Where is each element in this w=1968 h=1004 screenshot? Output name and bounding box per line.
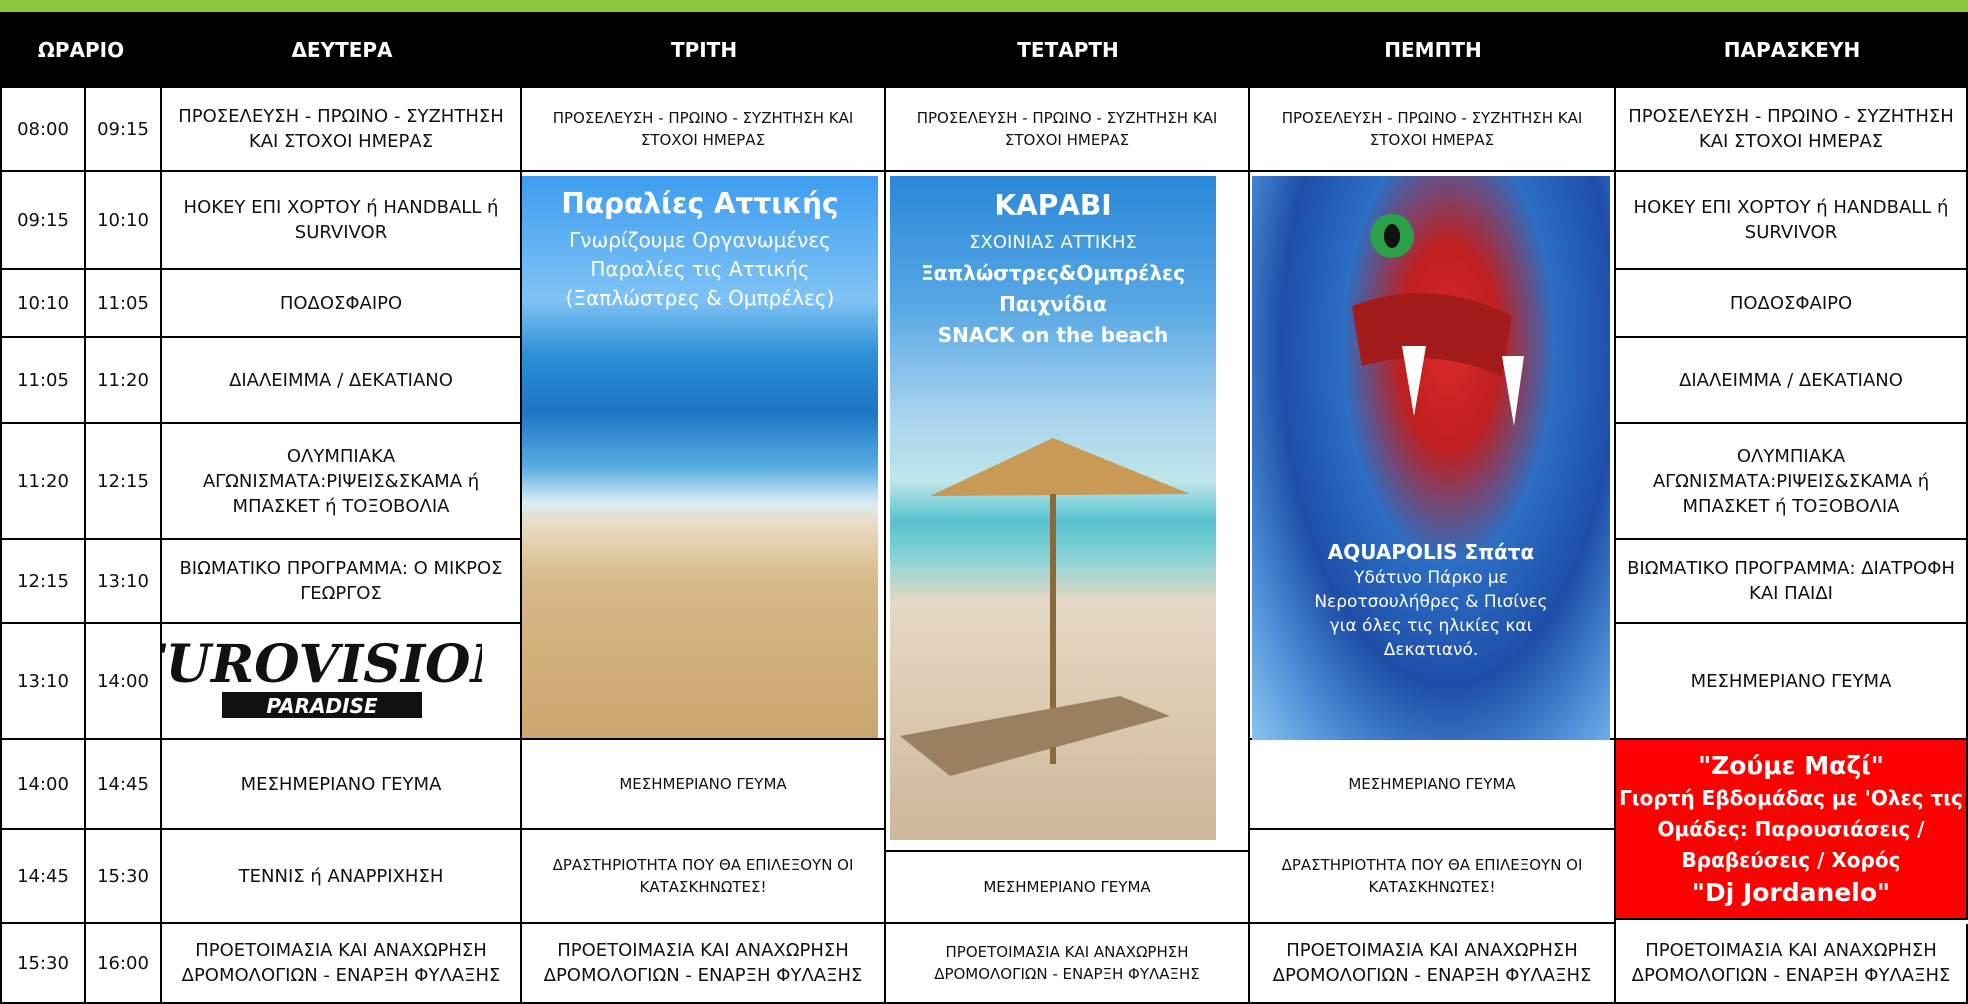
tuesday-excursion-title: Παραλίες Αττικής xyxy=(561,187,839,220)
wednesday-excursion-line3: Παιχνίδια xyxy=(999,292,1107,316)
thursday-aquapolis-image: AQUAPOLIS Σπάτα Υδάτινο Πάρκο με Νεροτσο… xyxy=(1252,176,1610,746)
header-friday: ΠΑΡΑΣΚΕΥΗ xyxy=(1723,38,1861,62)
header-monday: ΔΕΥΤΕΡΑ xyxy=(291,38,393,62)
time-end: 10:10 xyxy=(86,172,162,270)
tuesday-beach-image: Παραλίες Αττικής Γνωρίζουμε Οργανωμένες … xyxy=(522,176,878,738)
monday-slot: ΗΟΚΕΥ ΕΠΙ ΧΟΡΤΟΥ ή HANDBALL ή SURVIVOR xyxy=(162,172,522,270)
time-end: 14:00 xyxy=(86,624,162,740)
thursday-lunch: ΜΕΣΗΜΕΡΙΑΝΟ ΓΕΥΜΑ xyxy=(1250,740,1616,830)
wednesday-arrival: ΠΡΟΣΕΛΕΥΣΗ - ΠΡΩΙΝΟ - ΣΥΖΗΤΗΣΗ ΚΑΙ ΣΤΟΧΟ… xyxy=(886,88,1250,172)
eurovision-paradise-logo: EUROVISION PARADISE xyxy=(162,624,482,726)
tuesday-lunch: ΜΕΣΗΜΕΡΙΑΝΟ ΓΕΥΜΑ xyxy=(522,740,886,830)
time-start: 15:30 xyxy=(2,924,86,1004)
time-end: 12:15 xyxy=(86,424,162,540)
thursday-excursion-line4: Δεκατιανό. xyxy=(1383,640,1479,660)
thursday-excursion-line2: Νεροτσουλήθρες & Πισίνες xyxy=(1314,592,1548,612)
time-end: 16:00 xyxy=(86,924,162,1004)
time-end: 11:20 xyxy=(86,338,162,424)
monday-slot: ΠΡΟΣΕΛΕΥΣΗ - ΠΡΩΙΝΟ - ΣΥΖΗΤΗΣΗ ΚΑΙ ΣΤΟΧΟ… xyxy=(162,88,522,172)
wednesday-beach-image: ΚΑΡΑΒΙ ΣΧΟΙΝΙΑΣ ΑΤΤΙΚΗΣ Ξαπλώστρες&Ομπρέ… xyxy=(890,176,1216,840)
wednesday-excursion-line4: SNACK on the beach xyxy=(937,323,1169,347)
tuesday-departure: ΠΡΟΕΤΟΙΜΑΣΙΑ ΚΑΙ ΑΝΑΧΩΡΗΣΗ ΔΡΟΜΟΛΟΓΙΩΝ -… xyxy=(522,924,886,1004)
friday-event-line3: Βραβεύσεις / Χορός xyxy=(1681,847,1901,872)
tuesday-arrival: ΠΡΟΣΕΛΕΥΣΗ - ΠΡΩΙΝΟ - ΣΥΖΗΤΗΣΗ ΚΑΙ ΣΤΟΧΟ… xyxy=(522,88,886,172)
thursday-activity: ΔΡΑΣΤΗΡΙΟΤΗΤΑ ΠΟΥ ΘΑ ΕΠΙΛΕΞΟΥΝ ΟΙ ΚΑΤΑΣΚ… xyxy=(1250,830,1616,924)
wednesday-departure: ΠΡΟΕΤΟΙΜΑΣΙΑ ΚΑΙ ΑΝΑΧΩΡΗΣΗ ΔΡΟΜΟΛΟΓΙΩΝ -… xyxy=(886,924,1250,1004)
time-start: 11:05 xyxy=(2,338,86,424)
header-thursday: ΠΕΜΠΤΗ xyxy=(1384,38,1482,62)
time-start: 08:00 xyxy=(2,88,86,172)
monday-slot: ΒΙΩΜΑΤΙΚΟ ΠΡΟΓΡΑΜΜΑ: Ο ΜΙΚΡΟΣ ΓΕΩΡΓΟΣ xyxy=(162,540,522,624)
friday-slot: ΗΟΚΕΥ ΕΠΙ ΧΟΡΤΟΥ ή HANDBALL ή SURVIVOR xyxy=(1616,172,1968,270)
friday-event-line2: Ομάδες: Παρουσιάσεις / xyxy=(1657,816,1925,841)
friday-celebration-event: "Ζούμε Μαζί" Γιορτή Εβδομάδας με 'Ολες τ… xyxy=(1616,740,1968,920)
monday-slot: ΟΛΥΜΠΙΑΚΑ ΑΓΩΝΙΣΜΑΤΑ:ΡΙΨΕΙΣ&ΣΚΑΜΑ ή ΜΠΑΣ… xyxy=(162,424,522,540)
wednesday-excursion-line1: ΣΧΟΙΝΙΑΣ ΑΤΤΙΚΗΣ xyxy=(969,232,1137,253)
friday-event-line1: Γιορτή Εβδομάδας με 'Ολες τις xyxy=(1619,785,1963,810)
eurovision-logo-text: EUROVISION xyxy=(162,634,482,695)
time-start: 11:20 xyxy=(2,424,86,540)
tuesday-excursion-line3: (Ξαπλώστρες & Ομπρέλες) xyxy=(565,286,835,310)
friday-slot: ΜΕΣΗΜΕΡΙΑΝΟ ΓΕΥΜΑ xyxy=(1616,624,1968,740)
time-start: 09:15 xyxy=(2,172,86,270)
time-end: 15:30 xyxy=(86,830,162,924)
thursday-arrival: ΠΡΟΣΕΛΕΥΣΗ - ΠΡΩΙΝΟ - ΣΥΖΗΤΗΣΗ ΚΑΙ ΣΤΟΧΟ… xyxy=(1250,88,1616,172)
time-end: 13:10 xyxy=(86,540,162,624)
time-start: 14:00 xyxy=(2,740,86,830)
tuesday-excursion-line1: Γνωρίζουμε Οργανωμένες xyxy=(569,228,831,252)
time-start: 12:15 xyxy=(2,540,86,624)
thursday-excursion-line1: Υδάτινο Πάρκο με xyxy=(1354,568,1508,588)
friday-slot: ΠΟΔΟΣΦΑΙΡΟ xyxy=(1616,270,1968,338)
header-wednesday: ΤΕΤΑΡΤΗ xyxy=(1017,38,1119,62)
friday-slot: ΔΙΑΛΕΙΜΜΑ / ΔΕΚΑΤΙΑΝΟ xyxy=(1616,338,1968,424)
monday-slot: ΤΕΝΝΙΣ ή ΑΝΑΡΡΙΧΗΣΗ xyxy=(162,830,522,924)
thursday-departure: ΠΡΟΕΤΟΙΜΑΣΙΑ ΚΑΙ ΑΝΑΧΩΡΗΣΗ ΔΡΟΜΟΛΟΓΙΩΝ -… xyxy=(1250,924,1616,1004)
friday-event-line4: "Dj Jordanelo" xyxy=(1691,877,1891,907)
time-start: 14:45 xyxy=(2,830,86,924)
friday-slot: ΠΡΟΣΕΛΕΥΣΗ - ΠΡΩΙΝΟ - ΣΥΖΗΤΗΣΗ ΚΑΙ ΣΤΟΧΟ… xyxy=(1616,88,1968,172)
header-time: ΩΡΑΡΙΟ xyxy=(37,38,125,62)
monday-slot: ΔΙΑΛΕΙΜΜΑ / ΔΕΚΑΤΙΑΝΟ xyxy=(162,338,522,424)
tuesday-activity: ΔΡΑΣΤΗΡΙΟΤΗΤΑ ΠΟΥ ΘΑ ΕΠΙΛΕΞΟΥΝ ΟΙ ΚΑΤΑΣΚ… xyxy=(522,830,886,924)
time-end: 09:15 xyxy=(86,88,162,172)
wednesday-excursion-line2: Ξαπλώστρες&Ομπρέλες xyxy=(921,261,1185,285)
friday-slot: ΠΡΟΕΤΟΙΜΑΣΙΑ ΚΑΙ ΑΝΑΧΩΡΗΣΗ ΔΡΟΜΟΛΟΓΙΩΝ -… xyxy=(1616,924,1968,1004)
thursday-excursion-title: AQUAPOLIS Σπάτα xyxy=(1327,540,1535,564)
time-start: 10:10 xyxy=(2,270,86,338)
monday-slot: ΠΟΔΟΣΦΑΙΡΟ xyxy=(162,270,522,338)
time-end: 11:05 xyxy=(86,270,162,338)
monday-slot: ΠΡΟΕΤΟΙΜΑΣΙΑ ΚΑΙ ΑΝΑΧΩΡΗΣΗ ΔΡΟΜΟΛΟΓΙΩΝ -… xyxy=(162,924,522,1004)
wednesday-excursion-title: ΚΑΡΑΒΙ xyxy=(994,189,1112,222)
header-tuesday: ΤΡΙΤΗ xyxy=(670,38,738,62)
time-start: 13:10 xyxy=(2,624,86,740)
thursday-excursion-line3: για όλες τις ηλικίες και xyxy=(1329,616,1533,636)
wednesday-lunch: ΜΕΣΗΜΕΡΙΑΝΟ ΓΕΥΜΑ xyxy=(886,852,1250,924)
friday-slot: ΒΙΩΜΑΤΙΚΟ ΠΡΟΓΡΑΜΜΑ: ΔΙΑΤΡΟΦΗ ΚΑΙ ΠΑΙΔΙ xyxy=(1616,540,1968,624)
friday-event-title: "Ζούμε Μαζί" xyxy=(1698,750,1884,780)
top-accent-bar xyxy=(0,0,1968,12)
monday-slot: ΜΕΣΗΜΕΡΙΑΝΟ ΓΕΥΜΑ xyxy=(162,740,522,830)
time-end: 14:45 xyxy=(86,740,162,830)
tuesday-excursion-line2: Παραλίες τις Αττικής xyxy=(590,257,810,281)
paradise-logo-text: PARADISE xyxy=(266,694,378,718)
friday-slot: ΟΛΥΜΠΙΑΚΑ ΑΓΩΝΙΣΜΑΤΑ:ΡΙΨΕΙΣ&ΣΚΑΜΑ ή ΜΠΑΣ… xyxy=(1616,424,1968,540)
